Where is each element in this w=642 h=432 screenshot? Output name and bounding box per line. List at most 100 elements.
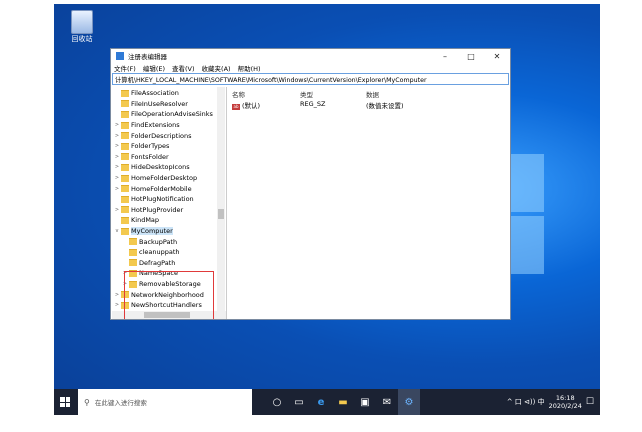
menu-view[interactable]: 查看(V) — [172, 63, 195, 73]
tree-item[interactable]: HotPlugNotification — [114, 194, 194, 205]
tree-expander-icon[interactable]: > — [122, 270, 128, 276]
clock-date: 2020/2/24 — [548, 402, 582, 410]
search-icon: ⚲ — [84, 397, 90, 407]
menu-bar: 文件(F) 编辑(E) 查看(V) 收藏夹(A) 帮助(H) — [111, 63, 510, 73]
folder-icon — [121, 142, 129, 150]
tree-item[interactable]: > NewShortcutHandlers — [114, 300, 202, 311]
tree-item[interactable]: DefragPath — [122, 258, 175, 269]
tree-vertical-scrollbar[interactable] — [217, 87, 225, 311]
tree-item[interactable]: > HomeFolderMobile — [114, 183, 192, 194]
column-name[interactable]: 名称 — [232, 89, 300, 99]
tree-item[interactable]: > HomeFolderDesktop — [114, 173, 197, 184]
folder-icon — [121, 153, 129, 161]
notification-icon[interactable]: ☐ — [586, 397, 594, 407]
tree-item-label: NetworkNeighborhood — [131, 290, 204, 299]
folder-icon — [121, 195, 129, 203]
folder-icon — [121, 100, 129, 108]
tree-item-label: HomeFolderMobile — [131, 184, 192, 193]
mail-icon[interactable]: ✉ — [376, 389, 398, 415]
start-button[interactable] — [54, 389, 76, 415]
value-name: (默认) — [242, 102, 261, 110]
tree-item[interactable]: BackupPath — [122, 236, 177, 247]
tree-expander-icon[interactable]: > — [114, 133, 120, 139]
column-type[interactable]: 类型 — [300, 89, 366, 99]
tree-expander-icon[interactable]: > — [114, 175, 120, 181]
tree-expander-icon[interactable]: v — [114, 228, 120, 234]
tree-item[interactable]: > FindExtensions — [114, 120, 180, 131]
tree-item-label: FileAssociation — [131, 89, 179, 98]
minimize-button[interactable]: – — [432, 49, 458, 63]
tree-expander-icon[interactable]: > — [114, 292, 120, 298]
tree-item[interactable]: > FolderDescriptions — [114, 130, 192, 141]
tree-item-label: HotPlugNotification — [131, 195, 194, 204]
column-data[interactable]: 数据 — [366, 89, 436, 99]
tree-expander-icon[interactable]: > — [114, 143, 120, 149]
search-placeholder: 在此键入进行搜索 — [94, 399, 147, 407]
tree-item[interactable]: > HotPlugProvider — [114, 205, 183, 216]
tree-item-label: HideDesktopIcons — [131, 163, 190, 172]
tree-item[interactable]: KindMap — [114, 215, 159, 226]
title-bar[interactable]: 注册表编辑器 – □ ✕ — [111, 49, 510, 63]
menu-favorites[interactable]: 收藏夹(A) — [202, 63, 231, 73]
tree-horizontal-scrollbar[interactable] — [112, 311, 226, 319]
taskbar-search-box[interactable]: ⚲ 在此键入进行搜索 — [78, 389, 252, 415]
tree-item[interactable]: > NameSpace — [122, 268, 178, 279]
values-list: 名称 类型 数据 ab (默认) REG_SZ (数值未设置) — [230, 87, 509, 319]
recycle-bin-icon — [71, 10, 93, 34]
tree-item[interactable]: > RemovableStorage — [122, 279, 201, 290]
tree-item-label: FolderDescriptions — [131, 131, 192, 140]
folder-icon — [121, 227, 129, 235]
tree-item-label: cleanuppath — [139, 248, 180, 257]
recycle-bin-shortcut[interactable]: 回收站 — [62, 10, 102, 50]
tree-item-label: HomeFolderDesktop — [131, 174, 198, 183]
tree-item-label: FolderTypes — [131, 142, 170, 151]
store-icon[interactable]: ▣ — [354, 389, 376, 415]
folder-icon — [121, 132, 129, 140]
regedit-app-icon — [116, 52, 124, 60]
scrollbar-thumb[interactable] — [144, 312, 190, 318]
tree-item[interactable]: > FolderTypes — [114, 141, 170, 152]
tree-item-label: FileInUseResolver — [131, 99, 188, 108]
table-row[interactable]: ab (默认) REG_SZ (数值未设置) — [232, 100, 436, 110]
file-explorer-icon[interactable]: ▬ — [332, 389, 354, 415]
tree-expander-icon[interactable]: > — [114, 164, 120, 170]
tree-item[interactable]: cleanuppath — [122, 247, 180, 258]
menu-edit[interactable]: 编辑(E) — [143, 63, 165, 73]
value-type: REG_SZ — [300, 100, 326, 108]
menu-help[interactable]: 帮助(H) — [238, 63, 261, 73]
tree-expander-icon[interactable]: > — [122, 281, 128, 287]
tree-item[interactable]: FileInUseResolver — [114, 99, 188, 110]
clock-time: 16:18 — [555, 394, 575, 402]
maximize-button[interactable]: □ — [458, 49, 484, 63]
folder-icon — [121, 206, 129, 214]
tree-item[interactable]: > FontsFolder — [114, 152, 169, 163]
tree-item[interactable]: FileAssociation — [114, 88, 179, 99]
folder-icon — [121, 110, 129, 118]
tree-item[interactable]: > HideDesktopIcons — [114, 162, 190, 173]
tree-item[interactable]: v MyComputer — [114, 226, 173, 237]
tray-icons[interactable]: ^ 口 ⊲)) 中 — [507, 397, 545, 407]
tree-item[interactable]: FileOperationAdviseSinks — [114, 109, 213, 120]
folder-icon — [121, 121, 129, 129]
scrollbar-thumb[interactable] — [218, 209, 224, 219]
system-tray: ^ 口 ⊲)) 中 16:18 2020/2/24 ☐ — [507, 389, 600, 415]
edge-icon[interactable]: e — [310, 389, 332, 415]
tree-expander-icon[interactable]: > — [114, 207, 120, 213]
window-title: 注册表编辑器 — [128, 53, 167, 61]
address-bar[interactable]: 计算机\HKEY_LOCAL_MACHINE\SOFTWARE\Microsof… — [112, 73, 509, 85]
menu-file[interactable]: 文件(F) — [114, 63, 136, 73]
recycle-bin-label: 回收站 — [71, 35, 93, 43]
folder-icon — [121, 216, 129, 224]
close-button[interactable]: ✕ — [484, 49, 510, 63]
task-view-icon[interactable]: ▭ — [288, 389, 310, 415]
tree-item[interactable]: > NetworkNeighborhood — [114, 289, 204, 300]
folder-icon — [121, 291, 129, 299]
cortana-icon[interactable]: ○ — [266, 389, 288, 415]
tree-expander-icon[interactable]: > — [114, 186, 120, 192]
tree-expander-icon[interactable]: > — [114, 302, 120, 308]
tree-expander-icon[interactable]: > — [114, 122, 120, 128]
regedit-icon[interactable]: ⚙ — [398, 389, 420, 415]
tree-expander-icon[interactable]: > — [114, 154, 120, 160]
clock[interactable]: 16:18 2020/2/24 — [549, 394, 582, 410]
folder-icon — [129, 238, 137, 246]
